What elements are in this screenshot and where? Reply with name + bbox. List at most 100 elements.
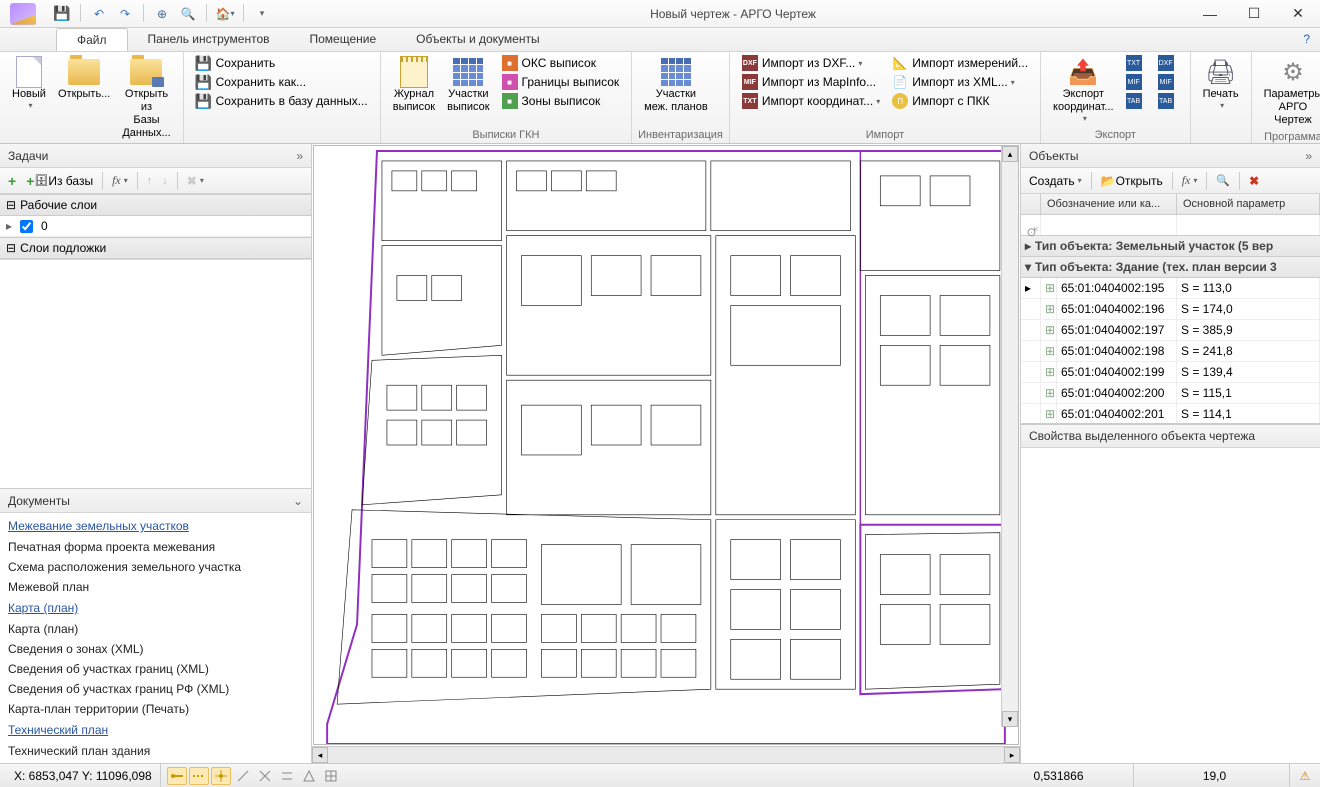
snap-intersection-icon[interactable] <box>255 767 275 785</box>
snap-parallel-icon[interactable] <box>277 767 297 785</box>
save-button[interactable]: Сохранить <box>190 54 374 72</box>
up-icon[interactable]: ↑ <box>143 173 157 189</box>
zoom-extents-icon[interactable]: ⊕ <box>152 4 172 24</box>
doc-item[interactable]: Печатная форма проекта межевания <box>0 537 311 557</box>
borders-button[interactable]: ■Границы выписок <box>496 73 626 91</box>
export-coord-button[interactable]: 📤Экспорт координат... <box>1047 54 1120 127</box>
object-group-land[interactable]: ▸Тип объекта: Земельный участок (5 вер <box>1021 236 1320 257</box>
export-mif-button[interactable]: MIF <box>1120 73 1152 91</box>
find-icon[interactable]: 🔍 <box>178 4 198 24</box>
parcels-extracts-button[interactable]: Участки выписок <box>441 54 495 127</box>
down-icon[interactable]: ↓ <box>158 173 172 189</box>
import-xml-button[interactable]: 📄Импорт из XML... <box>886 73 1034 91</box>
doc-item[interactable]: Межевой план <box>0 577 311 597</box>
object-row[interactable]: ▸⊞65:01:0404002:195S = 113,0 <box>1021 278 1320 299</box>
snap-perpendicular-icon[interactable] <box>233 767 253 785</box>
doc-item[interactable]: Сведения о зонах (XML) <box>0 639 311 659</box>
object-row[interactable]: ⊞65:01:0404002:196S = 174,0 <box>1021 299 1320 320</box>
doc-group[interactable]: Технический план <box>0 719 311 741</box>
save-as-button[interactable]: Сохранить как... <box>190 73 374 91</box>
minimize-button[interactable]: — <box>1188 0 1232 28</box>
underlay-layers-header[interactable]: ⊟Слои подложки <box>0 237 311 259</box>
obj-fx-button[interactable]: fx <box>1178 171 1202 190</box>
snap-angle-icon[interactable] <box>299 767 319 785</box>
export-txt-button[interactable]: TXT <box>1120 54 1152 72</box>
parcels-plan-button[interactable]: Участки меж. планов <box>638 54 714 127</box>
import-measurements-button[interactable]: 📐Импорт измерений... <box>886 54 1034 72</box>
horizontal-scrollbar[interactable]: ◂▸ <box>312 746 1020 763</box>
layer-visible-checkbox[interactable] <box>20 220 33 233</box>
pin-icon[interactable]: » <box>296 149 303 163</box>
chevron-down-icon[interactable]: ⌄ <box>293 494 303 508</box>
close-button[interactable]: ✕ <box>1276 0 1320 28</box>
undo-icon[interactable]: ↶ <box>89 4 109 24</box>
doc-item[interactable]: Карта (план) <box>0 619 311 639</box>
export-tab-button[interactable]: TAB <box>1120 92 1152 110</box>
doc-item[interactable]: Схема расположения земельного участка <box>0 557 311 577</box>
docs-panel-title: Документы <box>8 494 70 508</box>
obj-find-button[interactable]: 🔍 <box>1212 172 1234 189</box>
pin-icon[interactable]: » <box>1305 149 1312 163</box>
fx-button[interactable]: fx <box>108 171 132 190</box>
object-row[interactable]: ⊞65:01:0404002:201S = 114,1 <box>1021 404 1320 424</box>
tab-toolbar[interactable]: Панель инструментов <box>128 28 290 51</box>
object-group-building[interactable]: ▾Тип объекта: Здание (тех. план версии 3 <box>1021 257 1320 278</box>
zones-button[interactable]: ■Зоны выписок <box>496 92 626 110</box>
filter-designation[interactable] <box>1041 215 1177 235</box>
import-mapinfo-button[interactable]: MIFИмпорт из MapInfo... <box>736 73 886 91</box>
snap-endpoint-icon[interactable] <box>167 767 187 785</box>
params-button[interactable]: ⚙Параметры АРГО Чертеж <box>1258 54 1320 129</box>
home-icon[interactable]: 🏠▾ <box>215 4 235 24</box>
import-dxf-button[interactable]: DXFИмпорт из DXF... <box>736 54 886 72</box>
create-object-button[interactable]: Создать <box>1025 172 1086 190</box>
col-main-param[interactable]: Основной параметр <box>1177 194 1320 214</box>
layer-row[interactable]: ▸ 0 <box>0 216 311 237</box>
maximize-button[interactable]: ☐ <box>1232 0 1276 28</box>
export-mif2-button[interactable]: MIF <box>1152 73 1184 91</box>
import-coord-button[interactable]: TXTИмпорт координат... <box>736 92 886 110</box>
qat-save-icon[interactable] <box>52 4 72 24</box>
col-designation[interactable]: Обозначение или ка... <box>1041 194 1177 214</box>
object-row[interactable]: ⊞65:01:0404002:200S = 115,1 <box>1021 383 1320 404</box>
open-object-button[interactable]: 📂 Открыть <box>1097 172 1167 190</box>
snap-node-icon[interactable] <box>211 767 231 785</box>
export-tab2-button[interactable]: TAB <box>1152 92 1184 110</box>
tab-objects-docs[interactable]: Объекты и документы <box>396 28 559 51</box>
import-pkk-button[interactable]: ПИмпорт с ПКК <box>886 92 1034 110</box>
tab-room[interactable]: Помещение <box>290 28 397 51</box>
snap-grid-icon[interactable] <box>321 767 341 785</box>
warning-icon[interactable]: ⚠ <box>1296 767 1314 785</box>
add-task-button[interactable]: + <box>4 171 20 191</box>
drawing-canvas[interactable]: ▴▾ <box>313 145 1019 745</box>
doc-item[interactable]: Сведения об участках границ РФ (XML) <box>0 679 311 699</box>
object-row[interactable]: ⊞65:01:0404002:197S = 385,9 <box>1021 320 1320 341</box>
object-row[interactable]: ⊞65:01:0404002:198S = 241,8 <box>1021 341 1320 362</box>
export-dxf-button[interactable]: DXF <box>1152 54 1184 72</box>
open-button[interactable]: Открыть... <box>52 54 116 142</box>
doc-item[interactable]: Технический план здания <box>0 741 311 761</box>
print-button[interactable]: 🖨Печать <box>1197 54 1245 127</box>
qat-customize-icon[interactable]: ▾ <box>252 4 272 24</box>
redo-icon[interactable]: ↷ <box>115 4 135 24</box>
status-coords: X: 6853,047 Y: 11096,098 <box>6 764 161 787</box>
doc-item[interactable]: Карта-план территории (Печать) <box>0 699 311 719</box>
obj-delete-button[interactable]: ✖ <box>1245 172 1263 190</box>
save-to-db-button[interactable]: Сохранить в базу данных... <box>190 92 374 110</box>
journal-button[interactable]: Журнал выписок <box>387 54 441 127</box>
oks-button[interactable]: ■ОКС выписок <box>496 54 626 72</box>
tab-file[interactable]: Файл <box>56 28 128 51</box>
from-db-button[interactable]: +🗄 Из базы <box>22 171 97 191</box>
doc-item[interactable]: Сведения об участках границ (XML) <box>0 659 311 679</box>
filter-param[interactable] <box>1177 215 1320 235</box>
new-button[interactable]: Новый <box>6 54 52 142</box>
delete-task-button[interactable]: ✖ <box>183 172 208 190</box>
filter-icon[interactable]: 🜚 <box>1021 215 1041 235</box>
working-layers-header[interactable]: ⊟Рабочие слои <box>0 194 311 216</box>
open-from-db-button[interactable]: Открыть из Базы Данных... <box>116 54 176 142</box>
help-icon[interactable]: ? <box>1293 28 1320 51</box>
snap-midpoint-icon[interactable] <box>189 767 209 785</box>
doc-group[interactable]: Карта (план) <box>0 597 311 619</box>
vertical-scrollbar[interactable]: ▴▾ <box>1001 146 1018 727</box>
doc-group[interactable]: Межевание земельных участков <box>0 515 311 537</box>
object-row[interactable]: ⊞65:01:0404002:199S = 139,4 <box>1021 362 1320 383</box>
